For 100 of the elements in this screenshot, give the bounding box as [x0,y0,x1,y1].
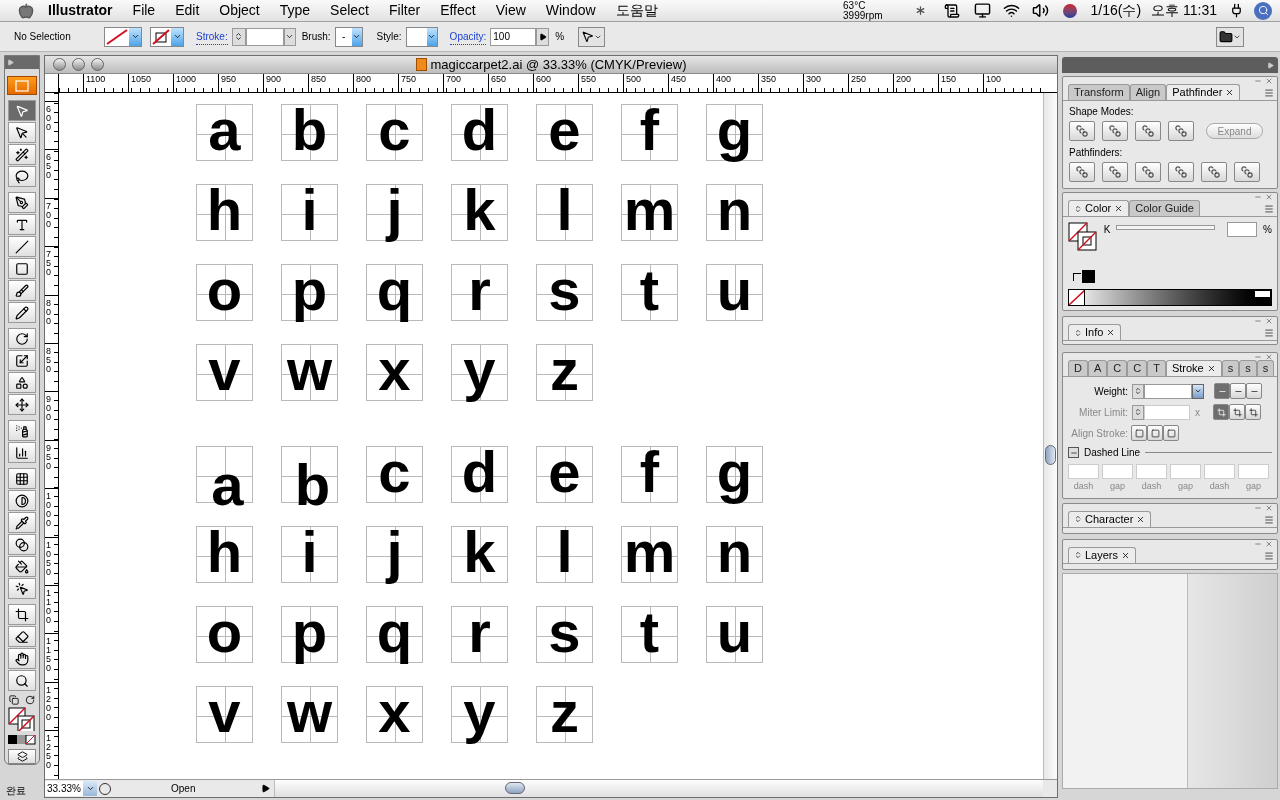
tool-button[interactable] [8,328,36,350]
panel-tab[interactable]: Layers [1068,546,1137,563]
scroll-thumb[interactable] [505,782,525,794]
stepper[interactable] [231,27,246,46]
tool-button[interactable] [8,122,36,144]
flag-icon[interactable] [1062,3,1077,18]
color-spectrum[interactable] [1068,289,1272,306]
weight-field[interactable] [1144,383,1192,399]
panel-tab[interactable]: Transform [1068,84,1130,100]
tool-button[interactable] [8,556,36,578]
play-icon[interactable] [261,784,270,793]
tool-button[interactable] [8,670,36,692]
panel-tab[interactable]: A [1087,360,1108,376]
tool-button[interactable] [8,166,36,188]
tool-button[interactable] [8,648,36,670]
panel-menu-icon[interactable] [1264,328,1274,338]
stepper[interactable] [1132,383,1144,399]
menu-item[interactable]: Filter [389,0,421,21]
opacity-link[interactable]: Opacity: [449,28,487,45]
stroke-dropdown[interactable] [150,26,184,47]
miter-limit-field[interactable] [1144,404,1190,420]
tool-button[interactable] [8,626,36,648]
dash-gap-field[interactable] [1170,464,1201,479]
close-icon[interactable] [1136,514,1146,524]
transform-button[interactable] [578,26,606,47]
join-button[interactable] [1245,404,1261,420]
apple-icon[interactable] [18,2,34,19]
panel-tab[interactable]: Character [1068,510,1152,527]
align-stroke-button[interactable] [1163,425,1179,441]
panel-tab[interactable]: T [1147,360,1166,376]
close-icon[interactable] [1121,550,1131,560]
menu-item[interactable]: Edit [175,0,200,21]
tool-button[interactable] [8,604,36,626]
panel-tab[interactable]: Color Guide [1129,200,1200,216]
shape-mode-button[interactable] [1102,121,1128,141]
stepper[interactable] [1132,404,1144,420]
tool-button[interactable] [8,490,36,512]
menu-item[interactable]: Object [219,0,260,21]
panel-tab[interactable]: Color [1068,200,1130,216]
menu-time[interactable]: 오후 11:31 [1151,0,1217,21]
tool-button[interactable] [8,394,36,416]
window-control-button[interactable] [72,58,85,71]
pathfinder-button[interactable] [1069,162,1095,182]
display-icon[interactable] [973,2,991,19]
power-plug-icon[interactable] [1229,3,1244,18]
value-field[interactable] [1227,222,1258,237]
zoom-field[interactable]: 33.33% [45,781,83,796]
tool-button[interactable] [8,420,36,442]
shape-mode-button[interactable] [1069,121,1095,141]
fill-stroke-swatch-icon[interactable] [1068,222,1098,252]
tool-button[interactable] [8,534,36,556]
panel-tab[interactable]: s [1239,360,1257,376]
close-icon[interactable] [1106,328,1116,337]
pathfinder-button[interactable] [1234,162,1260,182]
dash-gap-field[interactable] [1204,464,1235,479]
vertical-scrollbar[interactable] [1043,93,1057,779]
end-swatch[interactable] [1255,291,1270,297]
close-icon[interactable] [1206,364,1216,373]
opacity-field[interactable]: 100 [490,27,537,46]
panel-tab[interactable]: s [1221,360,1240,376]
pathfinder-button[interactable] [1201,162,1227,182]
dash-gap-field[interactable] [1238,464,1269,479]
panel-tab[interactable]: D [1068,360,1088,376]
status-menu[interactable]: Open [111,781,261,796]
pathfinder-button[interactable] [1102,162,1128,182]
cap-button[interactable] [1230,383,1246,399]
screen-mode-button[interactable] [8,748,36,764]
panel-menu-icon[interactable] [1264,514,1274,525]
bridge-button[interactable] [1216,26,1244,47]
panel-tab[interactable]: C [1127,360,1148,376]
align-stroke-button[interactable] [1131,425,1147,441]
last-color-swatch[interactable] [1082,270,1095,283]
collapse-icon[interactable] [1267,61,1274,69]
menu-item[interactable]: 도움말 [615,0,658,21]
stroke-link[interactable]: Stroke: [196,28,228,45]
window-control-button[interactable] [53,58,66,71]
scroll-thumb[interactable] [1045,445,1056,465]
panel-tab[interactable]: C [1107,360,1128,376]
shape-mode-button[interactable] [1168,121,1194,141]
tool-button[interactable] [8,372,36,394]
window-control-button[interactable] [91,58,104,71]
horizontal-scrollbar[interactable] [274,780,1043,797]
wifi-icon[interactable] [1002,2,1020,19]
align-stroke-button[interactable] [1147,425,1163,441]
panel-tab[interactable]: Pathfinder [1166,84,1241,100]
fill-stroke-swatch-icon[interactable] [8,707,36,732]
stroke-weight-field[interactable] [245,27,284,46]
panel-menu-icon[interactable] [1264,550,1274,561]
panel-menu-icon[interactable] [1264,88,1274,98]
menu-item[interactable]: Window [545,0,596,21]
join-button[interactable] [1213,404,1229,420]
cap-button[interactable] [1214,383,1230,399]
menu-date[interactable]: 1/16(수) [1090,0,1142,21]
pathfinder-button[interactable] [1168,162,1194,182]
close-icon[interactable] [1225,88,1235,97]
script-icon[interactable] [943,2,960,19]
tool-button[interactable] [8,214,36,236]
tool-button[interactable] [8,302,36,324]
tool-button[interactable] [8,258,36,280]
join-button[interactable] [1229,404,1245,420]
